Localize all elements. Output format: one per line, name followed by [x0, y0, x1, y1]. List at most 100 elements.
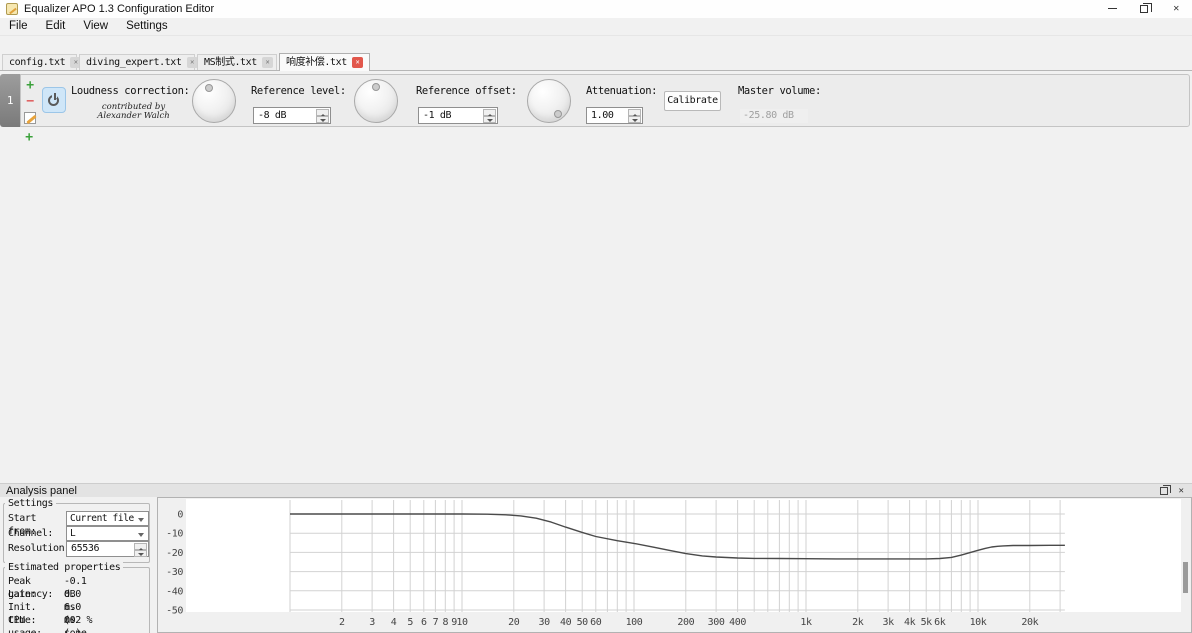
tab-label: config.txt — [9, 57, 66, 68]
svg-text:6k: 6k — [934, 617, 946, 628]
tab-2[interactable]: diving_expert.txt ✕ — [79, 54, 198, 70]
svg-text:-50: -50 — [166, 606, 183, 617]
spinner-arrows[interactable] — [483, 109, 496, 123]
spinner-arrows[interactable] — [628, 109, 641, 123]
reference-offset-label: Reference offset: — [416, 85, 517, 97]
reference-level-label: Reference level: — [251, 85, 346, 97]
minimize-icon — [1107, 7, 1117, 9]
svg-text:3k: 3k — [882, 617, 894, 628]
graph-canvas[interactable]: 0-10-20-30-40-502 3 4 5 6 7 8 9 10 20 30 40 50 60 100 2… — [157, 497, 1192, 633]
svg-text:4k: 4k — [904, 617, 916, 628]
frequency-response-graph[interactable]: 0 -10 -20 -30 -40 -50 2 3 4 5 6 7 8 9 10 20 30 40 50 60 100 2… — [157, 497, 1192, 633]
filter-title: Loudness correction: — [71, 85, 190, 97]
tab-close-icon[interactable]: ✕ — [186, 57, 198, 68]
resolution-spinner[interactable]: 65536 — [66, 541, 149, 557]
knob-indicator — [372, 83, 380, 91]
author-text: Alexander Walch — [97, 111, 170, 121]
svg-text:5: 5 — [407, 617, 413, 628]
editor-area: 1 + − Loudness correction: contributed b… — [0, 71, 1192, 483]
tab-label: 响度补偿.txt — [286, 57, 347, 68]
reference-offset-spinner[interactable]: -1 dB — [418, 107, 498, 124]
svg-text:300: 300 — [708, 617, 725, 628]
reference-offset-value: -1 dB — [423, 110, 452, 121]
tab-3[interactable]: MS制式.txt ✕ — [197, 54, 277, 70]
start-from-select[interactable]: Current file — [66, 511, 149, 526]
svg-text:-10: -10 — [166, 529, 183, 540]
menu-item-settings[interactable]: Settings — [117, 18, 177, 35]
svg-text:2: 2 — [339, 617, 345, 628]
tab-label: MS制式.txt — [204, 57, 257, 68]
undock-panel-icon[interactable] — [1160, 485, 1171, 495]
svg-text:6: 6 — [421, 617, 427, 628]
svg-text:0: 0 — [177, 510, 183, 521]
chevron-down-icon — [138, 518, 144, 525]
tab-close-icon[interactable]: ✕ — [351, 57, 363, 68]
attenuation-label: Attenuation: — [586, 85, 658, 97]
menu-item-file[interactable]: File — [0, 18, 37, 35]
property-label: Latency: — [8, 589, 53, 600]
svg-text:2k: 2k — [852, 617, 864, 628]
svg-text:100: 100 — [626, 617, 643, 628]
svg-text:1k: 1k — [800, 617, 812, 628]
app-icon — [6, 3, 18, 15]
menu-bar: File Edit View Settings — [0, 18, 1192, 35]
attenuation-spinner[interactable]: 1.00 — [586, 107, 643, 124]
svg-text:400: 400 — [729, 617, 746, 628]
close-panel-icon[interactable]: ✕ — [1174, 484, 1188, 498]
svg-text:3: 3 — [369, 617, 375, 628]
master-volume-label: Master volume: — [738, 85, 821, 97]
resolution-label: Resolution: — [8, 543, 70, 554]
svg-text:4: 4 — [391, 617, 397, 628]
attenuation-value: 1.00 — [591, 110, 614, 121]
svg-text:-30: -30 — [166, 567, 183, 578]
menu-item-view[interactable]: View — [74, 18, 117, 35]
svg-text:20: 20 — [508, 617, 520, 628]
add-row-button[interactable]: + — [22, 131, 36, 145]
svg-text:-20: -20 — [166, 548, 183, 559]
loudness-knob[interactable] — [192, 79, 236, 123]
analysis-panel-body: Settings Start from: Current file Channel:… — [0, 497, 1192, 633]
restore-button[interactable] — [1128, 0, 1160, 18]
calibrate-button[interactable]: Calibrate — [664, 91, 721, 111]
filter-row-index[interactable]: 1 — [0, 74, 20, 127]
resolution-value: 65536 — [71, 543, 100, 554]
settings-group-title: Settings — [5, 498, 56, 509]
minimize-button[interactable] — [1096, 0, 1128, 18]
svg-text:7: 7 — [433, 617, 439, 628]
remove-filter-button[interactable]: − — [23, 95, 37, 109]
property-label: CPU usage: — [8, 615, 42, 633]
menu-item-edit[interactable]: Edit — [37, 18, 75, 35]
svg-text:200: 200 — [677, 617, 694, 628]
power-icon — [48, 93, 61, 107]
add-filter-button[interactable]: + — [23, 79, 37, 93]
svg-text:8: 8 — [442, 617, 448, 628]
chevron-down-icon — [138, 533, 144, 540]
edit-filter-icon[interactable] — [24, 112, 36, 124]
close-button[interactable]: ✕ — [1160, 0, 1192, 18]
tab-1[interactable]: config.txt ✕ — [2, 54, 82, 70]
master-volume-value: -25.80 dB — [740, 109, 808, 123]
reference-level-spinner[interactable]: -8 dB — [253, 107, 331, 124]
restore-icon — [1140, 3, 1152, 13]
graph-scrollbar[interactable] — [1183, 562, 1188, 593]
tab-4[interactable]: 响度补偿.txt ✕ — [279, 53, 370, 71]
svg-text:10k: 10k — [970, 617, 987, 628]
tab-close-icon[interactable]: ✕ — [261, 57, 273, 68]
start-from-value: Current file — [70, 513, 134, 524]
svg-text:40: 40 — [560, 617, 572, 628]
analysis-panel-title: Analysis panel — [6, 485, 77, 497]
channel-label: Channel: — [8, 528, 53, 539]
svg-text:20k: 20k — [1021, 617, 1038, 628]
reference-offset-knob[interactable] — [354, 79, 398, 123]
svg-text:-40: -40 — [166, 586, 183, 597]
svg-text:30: 30 — [538, 617, 550, 628]
attenuation-knob[interactable] — [527, 79, 571, 123]
svg-text:10: 10 — [456, 617, 468, 628]
knob-indicator — [554, 110, 562, 118]
channel-select[interactable]: L — [66, 526, 149, 541]
power-toggle-button[interactable] — [42, 87, 66, 113]
filter-row: + − Loudness correction: contributed by … — [20, 74, 1190, 127]
title-bar: Equalizer APO 1.3 Configuration Editor ✕ — [0, 0, 1192, 18]
spinner-arrows[interactable] — [316, 109, 329, 123]
spinner-arrows[interactable] — [134, 543, 147, 557]
